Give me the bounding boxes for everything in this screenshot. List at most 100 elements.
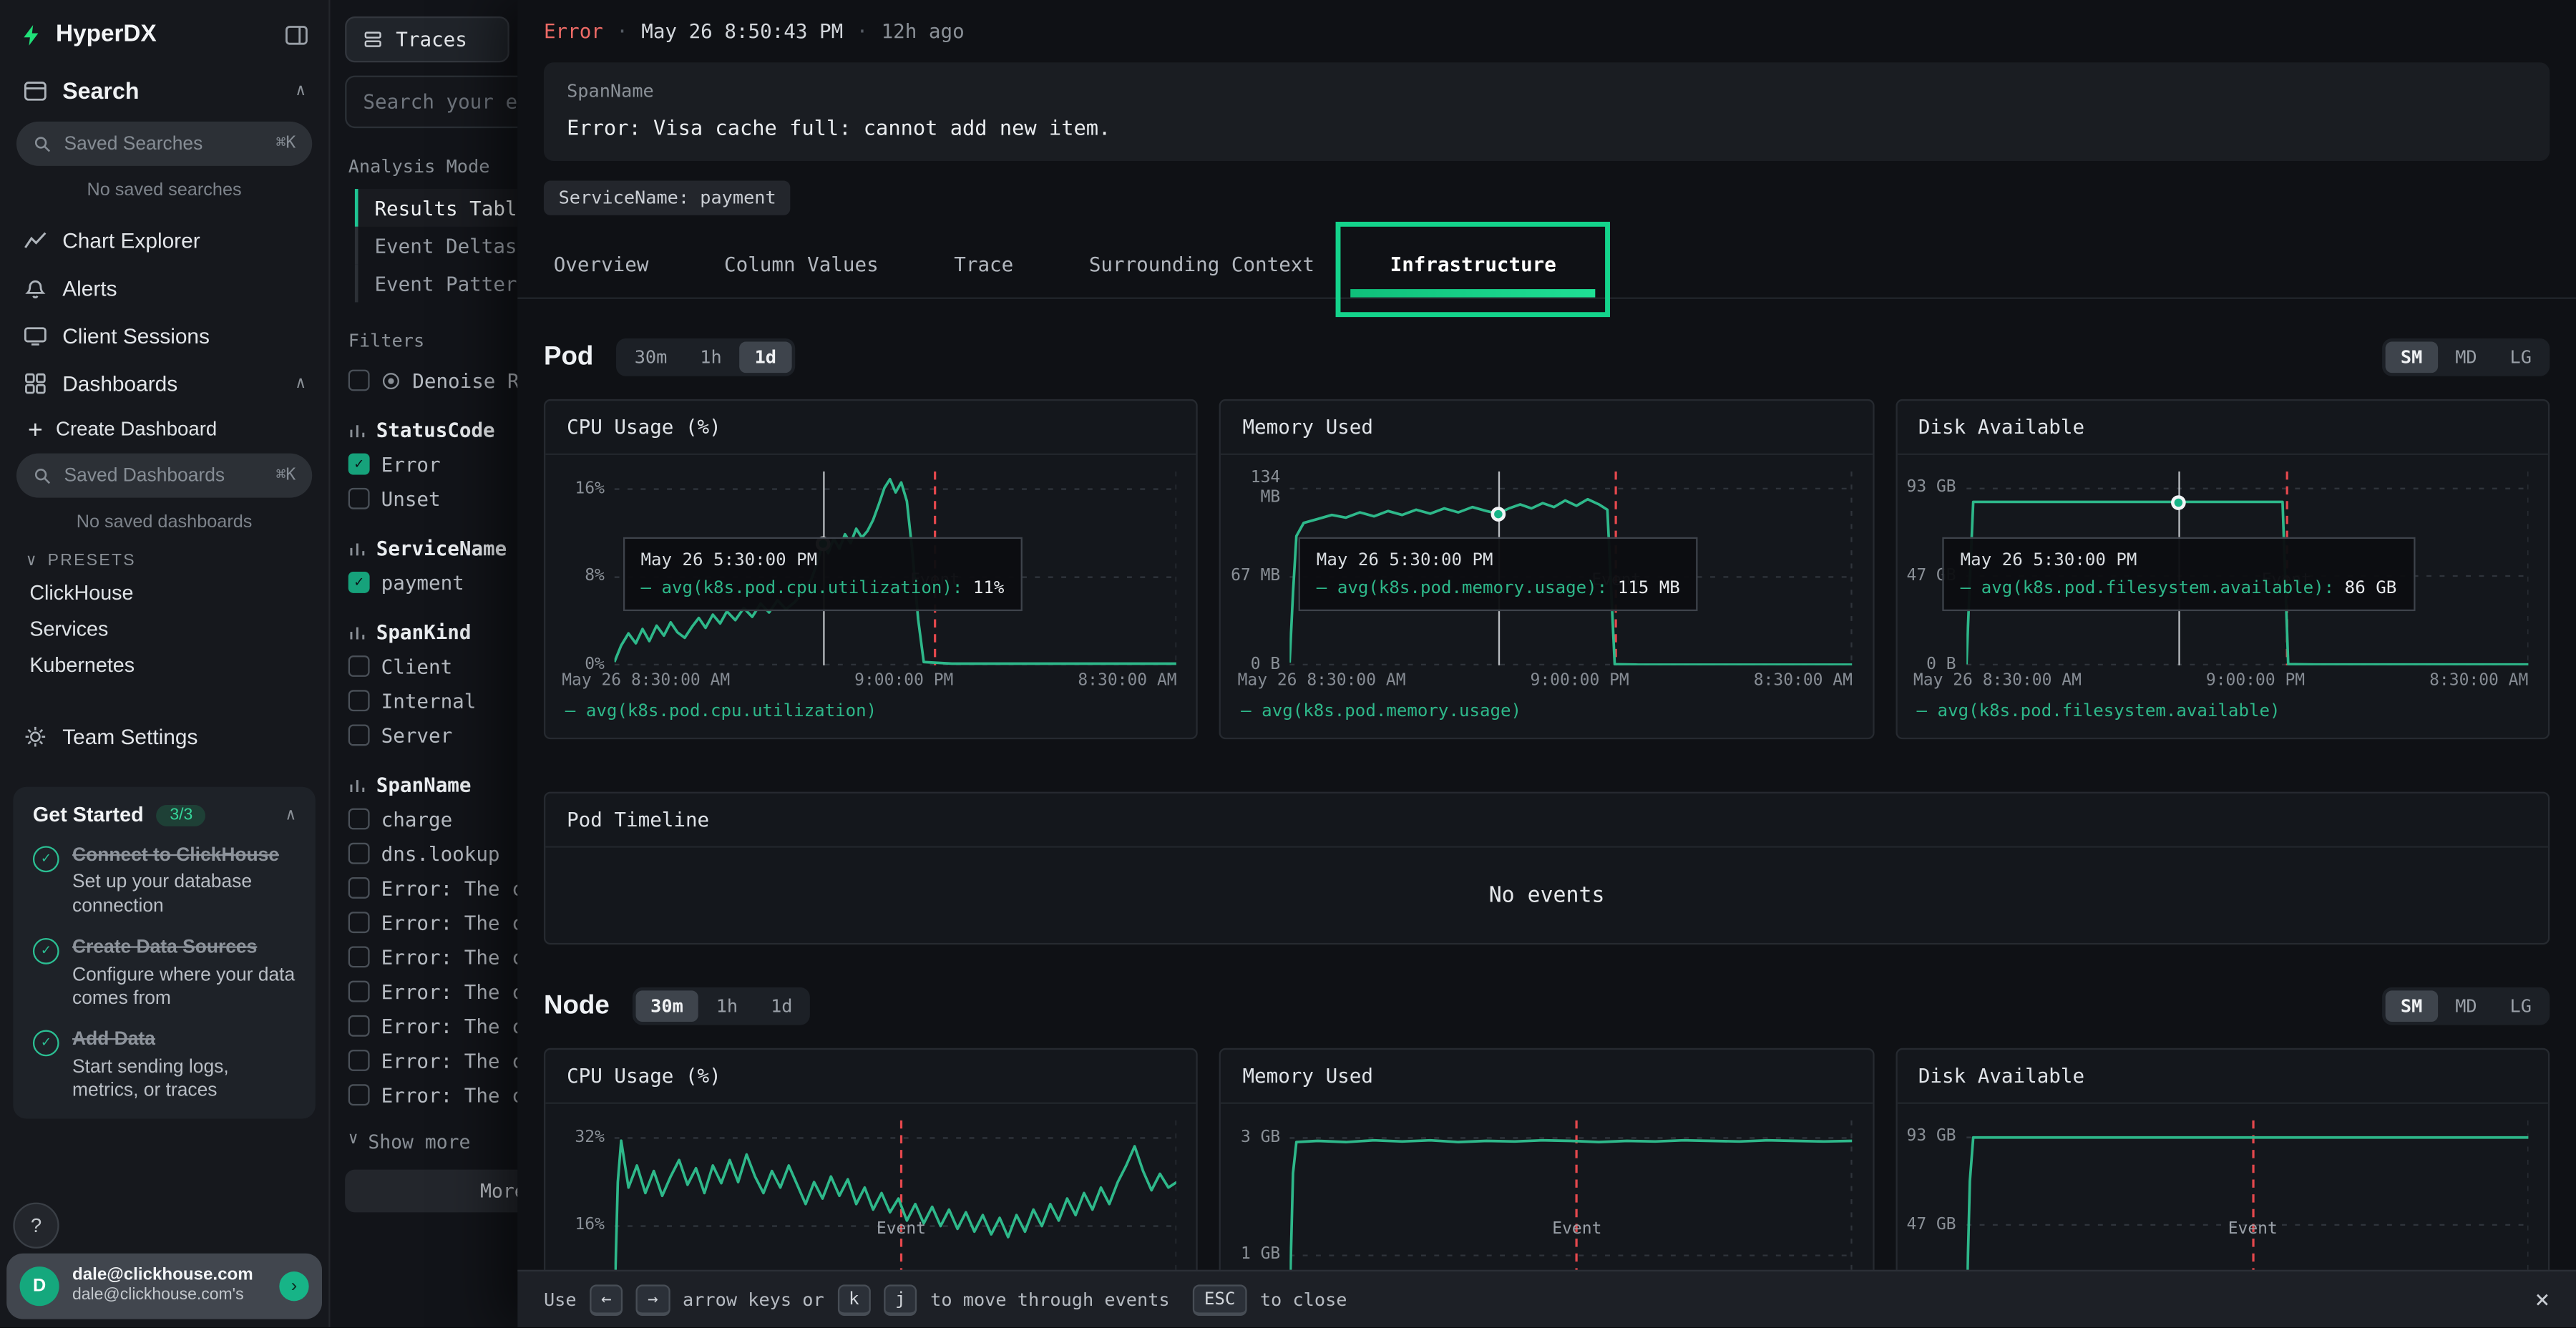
sidebar-item-clickhouse[interactable]: ClickHouse — [0, 575, 328, 612]
tab-column-values[interactable]: Column Values — [724, 232, 879, 298]
nav-search-label: Search — [62, 77, 139, 104]
pod-range-control-1d[interactable]: 1d — [740, 342, 791, 374]
tab-surrounding-context[interactable]: Surrounding Context — [1089, 232, 1314, 298]
facet-checkbox[interactable] — [348, 843, 370, 864]
node-section-title: Node — [544, 992, 610, 1021]
pod-size-control: SMMDLG — [2383, 338, 2550, 376]
facet-checkbox[interactable] — [348, 946, 370, 967]
active-tab-indicator — [1351, 289, 1596, 297]
help-button[interactable]: ? — [13, 1203, 59, 1249]
gear-icon — [23, 724, 47, 748]
nav-search-header[interactable]: Search ∧ — [0, 62, 328, 114]
facet-checkbox[interactable] — [348, 1084, 370, 1105]
collapse-panel-icon[interactable] — [284, 22, 308, 47]
sidebar-item-alerts[interactable]: Alerts — [0, 265, 328, 313]
y-tick-label: 0% — [549, 656, 605, 675]
chart-legend: — avg(k8s.pod.memory.usage) — [1221, 690, 1873, 738]
y-tick-label: 32% — [549, 1128, 605, 1147]
create-dashboard-button[interactable]: Create Dashboard — [0, 407, 328, 446]
facet-checkbox[interactable] — [348, 724, 370, 746]
facet-option-label: Error: The cr — [381, 877, 536, 899]
saved-searches-input[interactable]: Saved Searches ⌘K — [16, 122, 312, 166]
facet-checkbox[interactable] — [348, 877, 370, 899]
user-name: dale@clickhouse.com — [72, 1265, 253, 1286]
x-tick-label: 8:30:00 AM — [1754, 672, 1853, 690]
sidebar-item-client-sessions[interactable]: Client Sessions — [0, 312, 328, 360]
chevron-right-icon[interactable]: › — [279, 1271, 308, 1301]
presets-header[interactable]: ∨ PRESETS — [26, 552, 303, 570]
facet-checkbox[interactable] — [348, 690, 370, 711]
grid-icon — [23, 371, 47, 396]
facet-checkbox[interactable]: ✓ — [348, 572, 370, 593]
y-tick-label: 134 MB — [1224, 469, 1280, 507]
sidebar-item-team-settings[interactable]: Team Settings — [0, 713, 328, 761]
facet-checkbox[interactable] — [348, 655, 370, 677]
pod-range-control-1h[interactable]: 1h — [686, 342, 737, 374]
get-started-item[interactable]: ✓ Connect to ClickHouse Set up your data… — [33, 844, 296, 919]
tab-infrastructure[interactable]: Infrastructure — [1390, 232, 1556, 298]
hint-text: to close — [1260, 1289, 1347, 1310]
node-range-control-1h[interactable]: 1h — [701, 990, 753, 1022]
no-saved-dashboards-text: No saved dashboards — [0, 512, 328, 532]
node-range-control-1d[interactable]: 1d — [756, 990, 807, 1022]
chevron-up-icon: ∧ — [296, 82, 306, 99]
create-dashboard-label: Create Dashboard — [56, 417, 217, 440]
node-size-control-md[interactable]: MD — [2441, 990, 2492, 1022]
chart-title: CPU Usage (%) — [545, 401, 1196, 455]
saved-dashboards-input[interactable]: Saved Dashboards ⌘K — [16, 454, 312, 498]
chart-y-axis: 134 MB67 MB0 B — [1221, 472, 1290, 665]
bell-icon — [23, 276, 47, 301]
facet-checkbox[interactable] — [348, 1050, 370, 1071]
tab-trace[interactable]: Trace — [954, 232, 1013, 298]
get-started-item-title: Add Data — [72, 1029, 296, 1053]
search-icon — [33, 466, 53, 486]
facet-checkbox[interactable] — [348, 809, 370, 830]
tooltip-value: 11% — [962, 578, 1004, 598]
get-started-card: Get Started 3/3 ∧ ✓ Connect to ClickHous… — [13, 787, 315, 1120]
monitor-icon — [23, 323, 47, 348]
facet-checkbox[interactable] — [348, 488, 370, 509]
y-tick-label: 93 GB — [1901, 479, 1956, 498]
pod-size-control-lg[interactable]: LG — [2495, 342, 2547, 374]
pod-charts-row: CPU Usage (%)16%8%0%EventMay 26 5:30:00 … — [544, 399, 2550, 739]
denoise-checkbox[interactable] — [348, 370, 370, 391]
facet-checkbox[interactable] — [348, 981, 370, 1002]
pod-size-control-sm[interactable]: SM — [2386, 342, 2437, 374]
search-section-icon — [23, 78, 47, 102]
source-select[interactable]: Traces — [345, 16, 509, 62]
tooltip-time: May 26 5:30:00 PM — [1317, 550, 1680, 570]
user-menu[interactable]: D dale@clickhouse.com dale@clickhouse.co… — [6, 1254, 322, 1319]
source-icon — [363, 29, 383, 49]
chevron-up-icon[interactable]: ∧ — [286, 806, 296, 824]
get-started-item[interactable]: ✓ Add Data Start sending logs, metrics, … — [33, 1029, 296, 1103]
facet-checkbox[interactable] — [348, 912, 370, 933]
check-circle-icon: ✓ — [33, 1030, 59, 1057]
node-size-control-sm[interactable]: SM — [2386, 990, 2437, 1022]
facet-checkbox[interactable]: ✓ — [348, 454, 370, 475]
sidebar: HyperDX Search ∧ Saved Searches ⌘K No sa… — [0, 0, 330, 1327]
sidebar-item-dashboards[interactable]: Dashboards ∧ — [0, 360, 328, 408]
x-tick-label: 9:00:00 PM — [854, 672, 953, 690]
node-size-control-lg[interactable]: LG — [2495, 990, 2547, 1022]
pod-size-control-md[interactable]: MD — [2441, 342, 2492, 374]
chart-plot-pod-mem[interactable]: EventMay 26 5:30:00 PM— avg(k8s.pod.memo… — [1290, 472, 1853, 665]
facet-name-label: SpanName — [376, 773, 472, 796]
close-icon[interactable]: × — [2535, 1284, 2550, 1314]
facet-name-label: StatusCode — [376, 419, 495, 441]
sidebar-item-kubernetes[interactable]: Kubernetes — [0, 648, 328, 684]
tab-overview[interactable]: Overview — [554, 232, 649, 298]
severity-badge: Error — [544, 20, 603, 43]
service-name-tag[interactable]: ServiceName: payment — [544, 181, 791, 215]
event-marker-label: Event — [1552, 1221, 1601, 1239]
get-started-item[interactable]: ✓ Create Data Sources Configure where yo… — [33, 937, 296, 1011]
event-marker-label: Event — [877, 1221, 926, 1239]
pod-range-control-30m[interactable]: 30m — [620, 342, 682, 374]
chevron-up-icon: ∧ — [296, 374, 306, 392]
facet-icon — [348, 540, 366, 557]
facet-checkbox[interactable] — [348, 1015, 370, 1037]
node-range-control-30m[interactable]: 30m — [636, 990, 698, 1022]
sidebar-item-services[interactable]: Services — [0, 611, 328, 648]
sidebar-item-chart-explorer[interactable]: Chart Explorer — [0, 217, 328, 265]
chart-plot-pod-disk[interactable]: EventMay 26 5:30:00 PM— avg(k8s.pod.file… — [1966, 472, 2528, 665]
chart-plot-pod-cpu[interactable]: EventMay 26 5:30:00 PM— avg(k8s.pod.cpu.… — [615, 472, 1177, 665]
